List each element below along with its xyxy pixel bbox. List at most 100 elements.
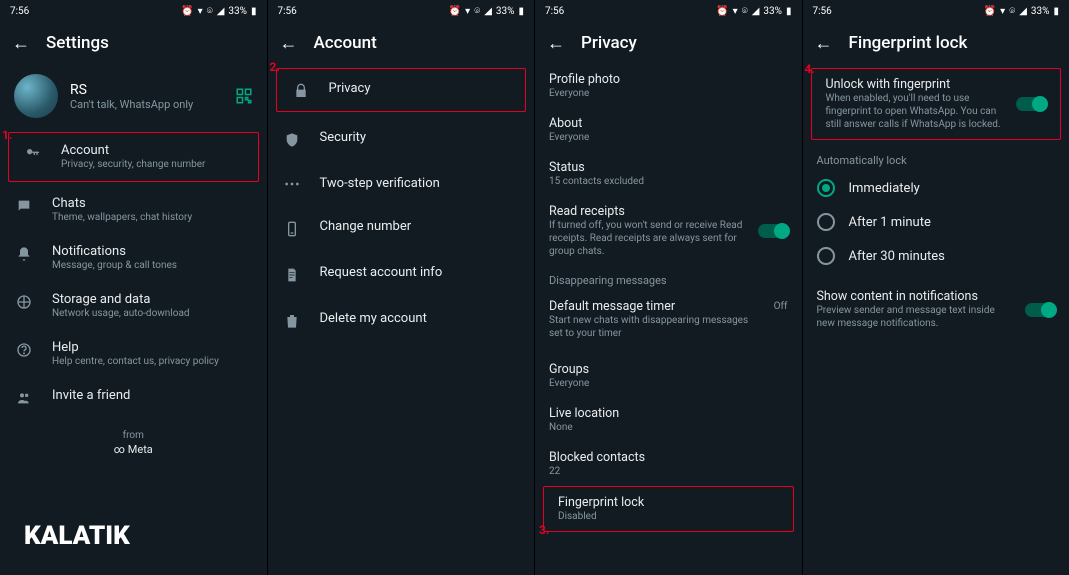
meta-footer: from ∞ Meta	[0, 416, 267, 470]
item-sub: Disabled	[558, 510, 779, 523]
wifi-icon: ▾	[1000, 6, 1005, 17]
item-title: Chats	[52, 196, 253, 211]
vowifi-icon: ⌾	[1009, 6, 1015, 17]
item-title: Status	[549, 160, 788, 175]
account-item-privacy[interactable]: Privacy	[276, 68, 527, 112]
account-item-twostep[interactable]: Two-step verification	[268, 162, 535, 205]
privacy-groups[interactable]: Groups Everyone	[535, 354, 802, 398]
profile-name: RS	[70, 82, 223, 98]
back-arrow-icon[interactable]: ←	[815, 33, 833, 54]
item-title: Live location	[549, 406, 788, 421]
settings-item-storage[interactable]: Storage and data Network usage, auto-dow…	[0, 282, 267, 330]
page-title: Account	[314, 33, 377, 53]
account-item-change-number[interactable]: Change number	[268, 205, 535, 251]
battery-pct: 33%	[496, 6, 515, 17]
item-title: Invite a friend	[52, 388, 253, 403]
account-item-request-info[interactable]: Request account info	[268, 251, 535, 297]
data-icon	[14, 294, 34, 310]
battery-icon: ▮	[251, 6, 257, 17]
status-time: 7:56	[813, 6, 832, 17]
fingerprint-toggle[interactable]	[1016, 97, 1046, 111]
vowifi-icon: ⌾	[474, 6, 480, 17]
wifi-icon: ▾	[733, 6, 738, 17]
item-sub: Preview sender and message text inside n…	[817, 304, 1016, 330]
settings-item-account[interactable]: Account Privacy, security, change number	[8, 132, 259, 182]
item-sub: Everyone	[549, 377, 788, 390]
item-title: Default message timer	[549, 299, 788, 314]
page-title: Fingerprint lock	[849, 33, 968, 53]
status-icons: ⏰ ▾ ⌾ ◢ 33% ▮	[449, 6, 524, 17]
radio-immediately[interactable]: Immediately	[803, 171, 1069, 205]
status-bar: 7:56 ⏰ ▾ ⌾ ◢ 33% ▮	[0, 0, 267, 22]
back-arrow-icon[interactable]: ←	[280, 33, 298, 54]
show-content-row[interactable]: Show content in notifications Preview se…	[803, 281, 1069, 338]
item-sub: 22	[549, 465, 788, 478]
header: ← Fingerprint lock	[803, 22, 1069, 64]
screen-settings: 7:56 ⏰ ▾ ⌾ ◢ 33% ▮ ← Settings RS Can't t…	[0, 0, 268, 575]
alarm-icon: ⏰	[181, 6, 193, 17]
read-receipts-toggle[interactable]	[758, 224, 788, 238]
settings-item-chats[interactable]: Chats Theme, wallpapers, chat history	[0, 186, 267, 234]
page-title: Settings	[46, 33, 109, 53]
privacy-blocked[interactable]: Blocked contacts 22	[535, 442, 802, 486]
fingerprint-unlock-row[interactable]: Unlock with fingerprint When enabled, yo…	[811, 68, 1062, 140]
item-title: Two-step verification	[320, 176, 521, 191]
item-sub: 15 contacts excluded	[549, 175, 788, 188]
item-title: Show content in notifications	[817, 289, 1016, 304]
radio-icon	[817, 213, 835, 231]
privacy-default-timer[interactable]: Default message timer Start new chats wi…	[535, 291, 802, 348]
screen-privacy: 7:56 ⏰ ▾ ⌾ ◢ 33% ▮ ← Privacy Profile pho…	[535, 0, 803, 575]
item-title: Help	[52, 340, 253, 355]
vowifi-icon: ⌾	[207, 6, 213, 17]
item-sub: Start new chats with disappearing messag…	[549, 314, 788, 340]
item-title: Blocked contacts	[549, 450, 788, 465]
privacy-profile-photo[interactable]: Profile photo Everyone	[535, 64, 802, 108]
document-icon	[282, 267, 302, 283]
alarm-icon: ⏰	[716, 6, 728, 17]
settings-item-notifications[interactable]: Notifications Message, group & call tone…	[0, 234, 267, 282]
footer-brand: ∞ Meta	[0, 443, 267, 456]
item-title: Privacy	[329, 81, 512, 96]
alarm-icon: ⏰	[449, 6, 461, 17]
step-label-4: 4.	[805, 62, 815, 76]
step-label-2: 2.	[270, 60, 280, 74]
show-content-toggle[interactable]	[1025, 303, 1055, 317]
header: ← Account	[268, 22, 535, 64]
status-icons: ⏰ ▾ ⌾ ◢ 33% ▮	[181, 6, 256, 17]
item-sub: When enabled, you'll need to use fingerp…	[826, 92, 1007, 131]
radio-label: After 30 minutes	[849, 249, 945, 264]
status-icons: ⏰ ▾ ⌾ ◢ 33% ▮	[716, 6, 791, 17]
item-sub: Theme, wallpapers, chat history	[52, 211, 253, 224]
radio-after-30min[interactable]: After 30 minutes	[803, 239, 1069, 273]
settings-item-help[interactable]: Help Help centre, contact us, privacy po…	[0, 330, 267, 378]
privacy-status[interactable]: Status 15 contacts excluded	[535, 152, 802, 196]
settings-item-invite[interactable]: Invite a friend	[0, 378, 267, 416]
watermark: KALATIK	[24, 521, 130, 551]
account-item-delete[interactable]: Delete my account	[268, 297, 535, 343]
status-time: 7:56	[545, 6, 564, 17]
item-title: About	[549, 116, 788, 131]
item-title: Notifications	[52, 244, 253, 259]
item-title: Groups	[549, 362, 788, 377]
header: ← Settings	[0, 22, 267, 64]
back-arrow-icon[interactable]: ←	[547, 33, 565, 54]
radio-after-1min[interactable]: After 1 minute	[803, 205, 1069, 239]
back-arrow-icon[interactable]: ←	[12, 33, 30, 54]
item-title: Delete my account	[320, 311, 521, 326]
privacy-about[interactable]: About Everyone	[535, 108, 802, 152]
signal-icon: ◢	[1019, 6, 1027, 17]
privacy-live-location[interactable]: Live location None	[535, 398, 802, 442]
battery-icon: ▮	[786, 6, 792, 17]
wifi-icon: ▾	[198, 6, 203, 17]
signal-icon: ◢	[752, 6, 760, 17]
item-title: Unlock with fingerprint	[826, 77, 1007, 92]
privacy-read-receipts[interactable]: Read receipts If turned off, you won't s…	[535, 196, 802, 266]
profile-row[interactable]: RS Can't talk, WhatsApp only	[0, 64, 267, 128]
disappearing-header: Disappearing messages	[535, 266, 802, 291]
item-sub: Message, group & call tones	[52, 259, 253, 272]
status-icons: ⏰ ▾ ⌾ ◢ 33% ▮	[984, 6, 1059, 17]
battery-icon: ▮	[1053, 6, 1059, 17]
privacy-fingerprint[interactable]: Fingerprint lock Disabled	[543, 486, 794, 532]
account-item-security[interactable]: Security	[268, 116, 535, 162]
qr-icon[interactable]	[235, 87, 253, 105]
